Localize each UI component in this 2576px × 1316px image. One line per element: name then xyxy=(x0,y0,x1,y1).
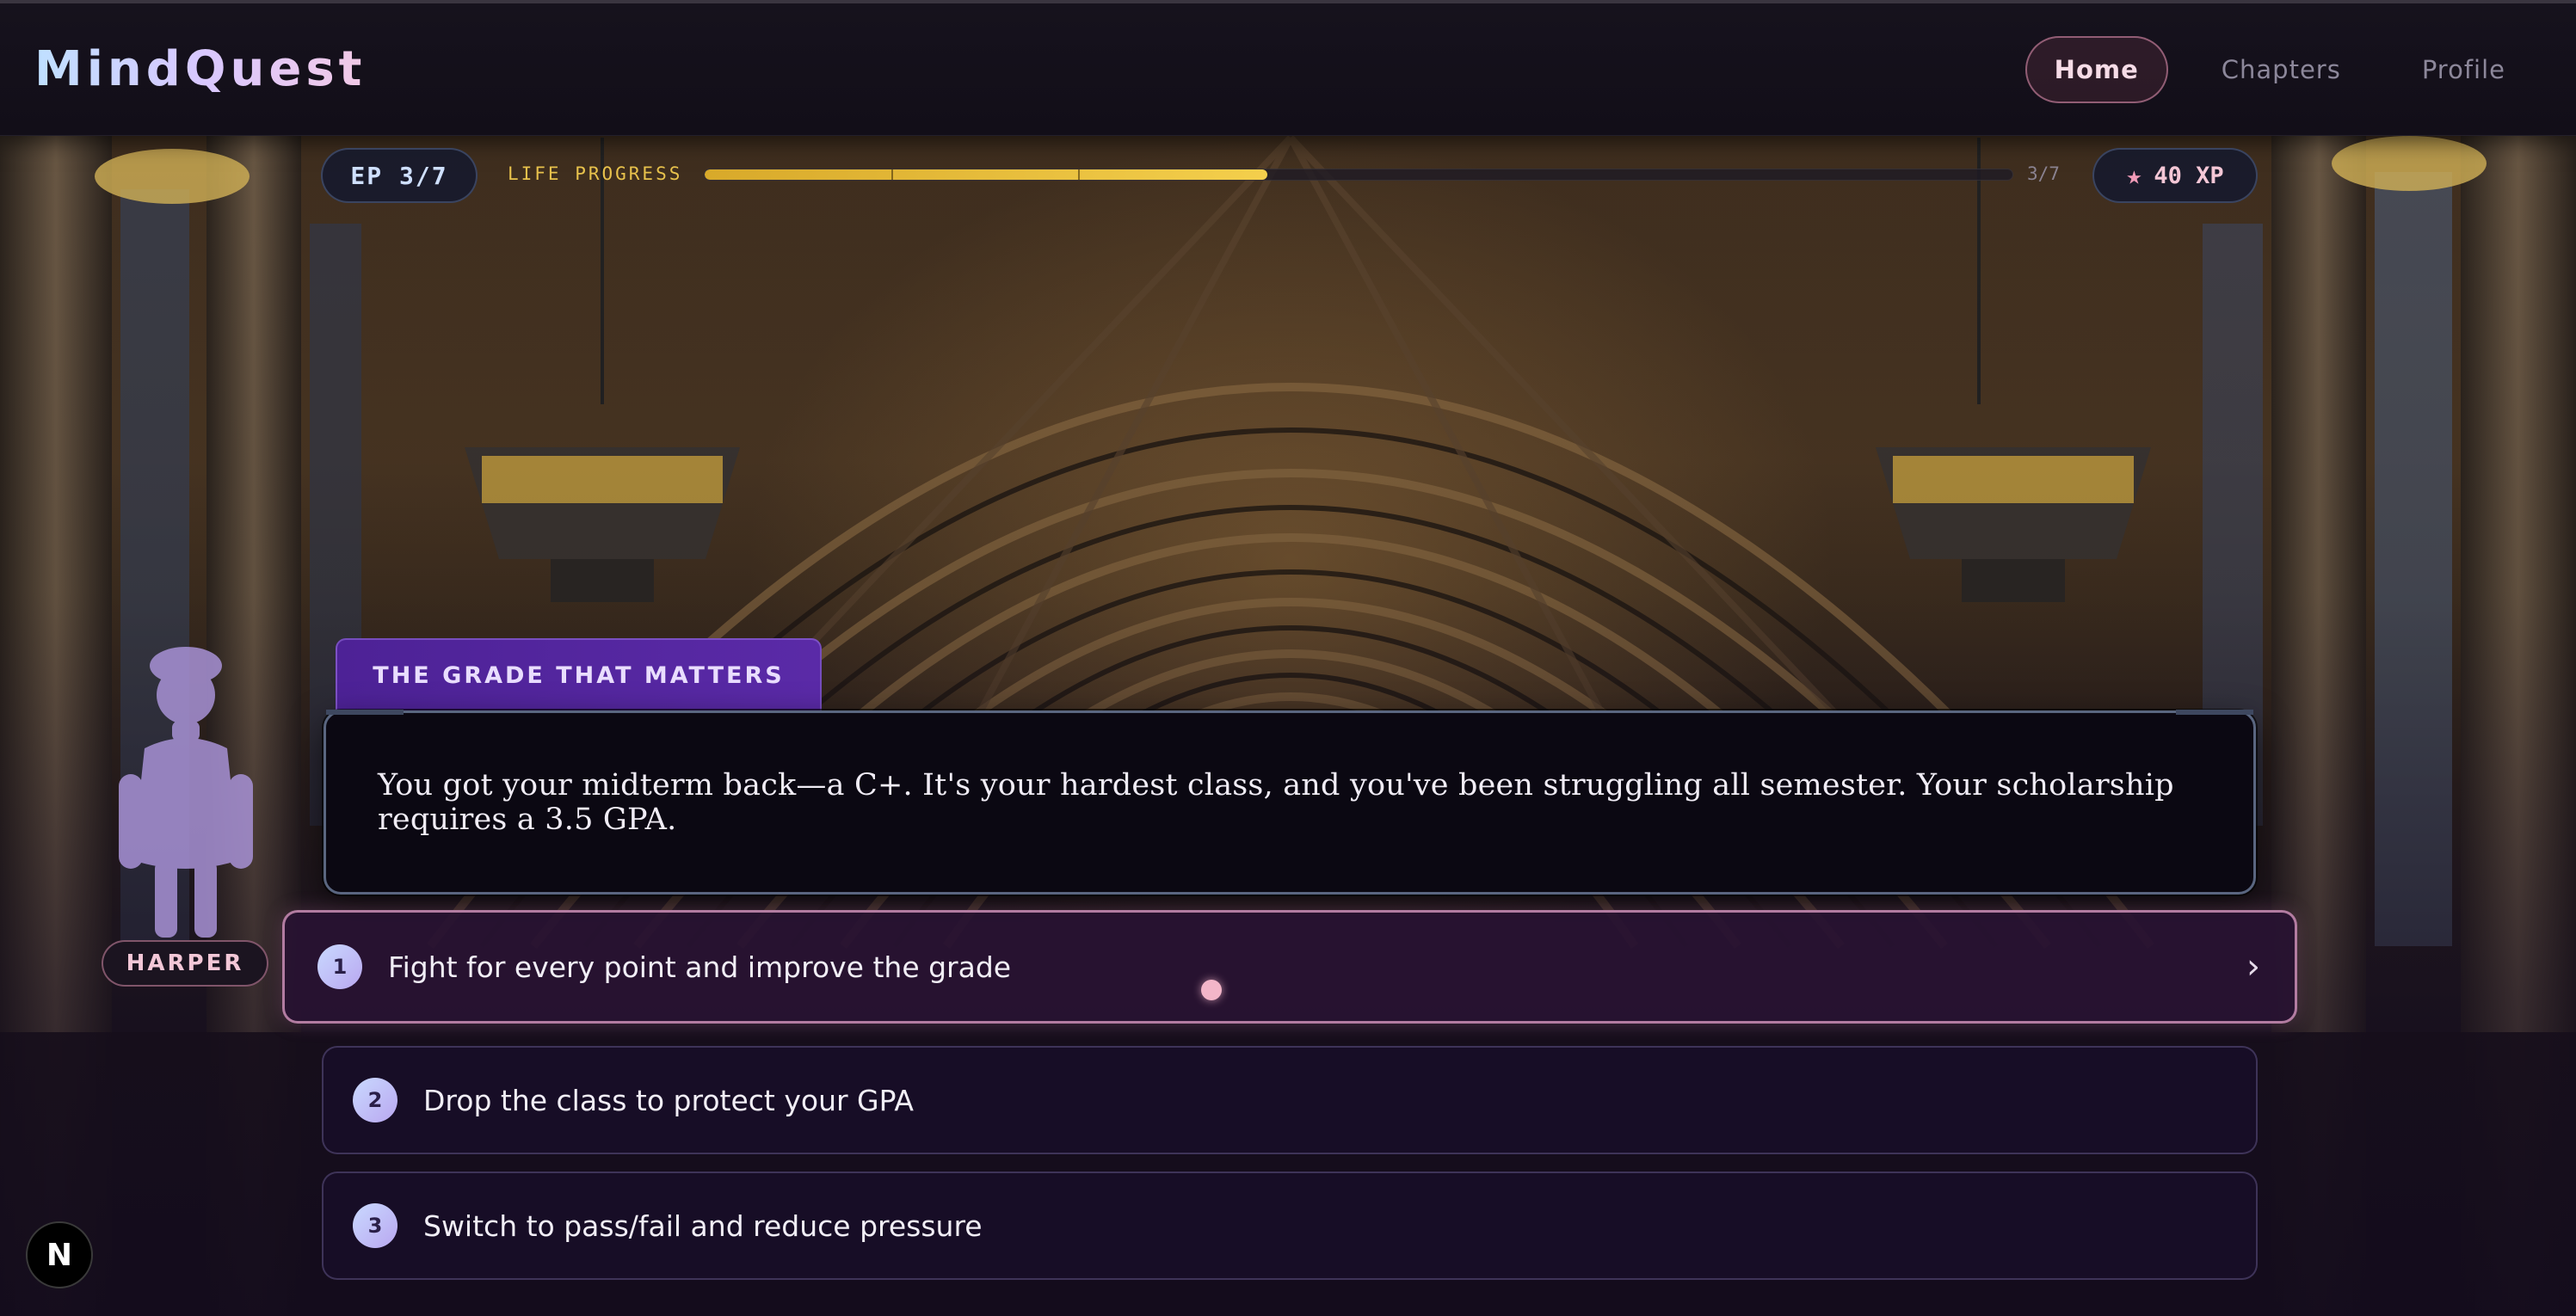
life-progress-bar xyxy=(704,169,2013,181)
life-progress-fill xyxy=(705,169,1267,180)
dialog-text: You got your midterm back—a C+. It's you… xyxy=(378,768,2174,837)
xp-value: 40 XP xyxy=(2154,162,2224,189)
character-name-tag: HARPER xyxy=(102,940,268,987)
dev-tools-badge[interactable]: N xyxy=(26,1221,93,1288)
app-logo[interactable]: MindQuest xyxy=(34,41,366,97)
xp-badge: ★ 40 XP xyxy=(2092,148,2258,203)
choice-text: Drop the class to protect your GPA xyxy=(423,1083,914,1117)
top-navigation-bar: MindQuest Home Chapters Profile xyxy=(0,0,2576,136)
star-icon: ★ xyxy=(2126,160,2142,191)
choice-number-badge: 3 xyxy=(353,1203,397,1248)
choice-number-badge: 2 xyxy=(353,1078,397,1122)
choice-option-1[interactable]: 1 Fight for every point and improve the … xyxy=(282,910,2297,1024)
choice-text: Switch to pass/fail and reduce pressure xyxy=(423,1208,983,1243)
choice-option-2[interactable]: 2 Drop the class to protect your GPA xyxy=(322,1046,2258,1154)
life-progress-label: LIFE PROGRESS xyxy=(508,163,683,184)
progress-count: 3/7 xyxy=(2027,163,2060,184)
choice-number-badge: 1 xyxy=(317,944,362,989)
chevron-right-icon: › xyxy=(2246,947,2260,987)
nav-chapters[interactable]: Chapters xyxy=(2194,38,2369,101)
main-nav: Home Chapters Profile xyxy=(2024,36,2533,103)
choice-text: Fight for every point and improve the gr… xyxy=(388,950,1012,984)
choice-option-3[interactable]: 3 Switch to pass/fail and reduce pressur… xyxy=(322,1171,2258,1280)
character-silhouette xyxy=(119,647,253,938)
progress-segment-divider xyxy=(891,169,893,180)
progress-segment-divider xyxy=(1078,169,1080,180)
scene-title: THE GRADE THAT MATTERS xyxy=(336,638,822,710)
nav-profile[interactable]: Profile xyxy=(2394,38,2533,101)
dialog-box: You got your midterm back—a C+. It's you… xyxy=(324,710,2256,895)
nav-home[interactable]: Home xyxy=(2024,36,2168,103)
pointer-cursor-indicator xyxy=(1201,980,1222,1000)
episode-badge: EP 3/7 xyxy=(321,148,478,203)
